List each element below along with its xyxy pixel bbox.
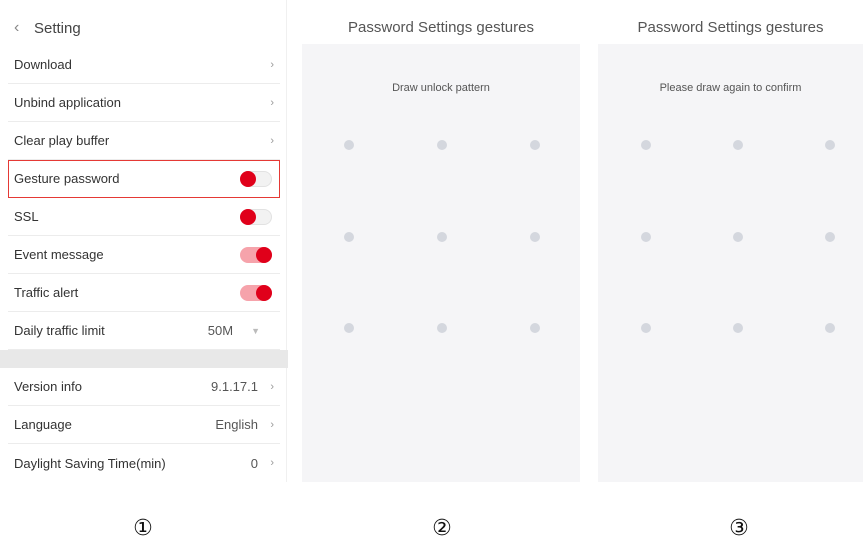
chevron-right-icon: › <box>270 58 274 71</box>
chevron-right-icon: › <box>270 380 274 393</box>
caret-down-icon: ▼ <box>251 325 260 336</box>
chevron-right-icon: › <box>270 457 274 469</box>
ssl-toggle[interactable] <box>240 208 272 225</box>
pattern-dot[interactable] <box>530 323 540 333</box>
gesture-panel-draw: Password Settings gestures Draw unlock p… <box>302 0 580 482</box>
language-value: English <box>215 417 258 432</box>
setting-row-daily-traffic-limit[interactable]: Daily traffic limit 50M ▼ <box>8 312 280 350</box>
setting-row-unbind-application[interactable]: Unbind application › <box>8 84 280 122</box>
setting-label: Traffic alert <box>14 285 79 300</box>
step-marker-3: ③ <box>729 516 749 541</box>
pattern-dot[interactable] <box>733 140 743 150</box>
toggle-knob <box>240 208 256 225</box>
chevron-right-icon: › <box>270 134 274 147</box>
page-title: Setting <box>34 19 81 37</box>
pattern-dot[interactable] <box>344 232 354 242</box>
setting-label: SSL <box>14 209 39 224</box>
section-divider <box>0 350 288 368</box>
gesture-password-toggle[interactable] <box>240 170 272 187</box>
pattern-dot[interactable] <box>344 323 354 333</box>
gesture-pad[interactable]: Draw unlock pattern <box>302 44 580 482</box>
settings-list: Download › Unbind application › Clear pl… <box>0 46 288 482</box>
traffic-alert-toggle[interactable] <box>240 284 272 301</box>
gesture-title: Password Settings gestures <box>348 18 534 36</box>
daylight-saving-value: 0 <box>250 455 258 471</box>
setting-row-version-info[interactable]: Version info 9.1.17.1 › <box>8 368 280 406</box>
pattern-dot[interactable] <box>825 140 835 150</box>
pattern-dot[interactable] <box>733 323 743 333</box>
pattern-dot[interactable] <box>733 232 743 242</box>
pattern-dot[interactable] <box>437 140 447 150</box>
setting-label: Download <box>14 57 72 72</box>
chevron-right-icon: › <box>270 418 274 431</box>
settings-header: ‹ Setting <box>0 10 286 46</box>
pattern-dot[interactable] <box>641 323 651 333</box>
setting-row-download[interactable]: Download › <box>8 46 280 84</box>
setting-label: Gesture password <box>14 171 120 186</box>
setting-label: Event message <box>14 247 104 262</box>
gesture-pad[interactable]: Please draw again to confirm <box>598 44 863 482</box>
setting-row-daylight-saving-time[interactable]: Daylight Saving Time(min) 0 › <box>8 444 280 482</box>
pattern-dot[interactable] <box>530 232 540 242</box>
version-value: 9.1.17.1 <box>211 379 258 394</box>
chevron-right-icon: › <box>270 96 274 109</box>
toggle-knob <box>256 246 272 263</box>
setting-row-language[interactable]: Language English › <box>8 406 280 444</box>
step-marker-1: ① <box>133 516 153 541</box>
gesture-hint: Please draw again to confirm <box>659 82 802 94</box>
setting-label: Language <box>14 417 72 432</box>
back-arrow-icon[interactable]: ‹ <box>0 19 34 37</box>
setting-label: Version info <box>14 379 82 394</box>
step-marker-2: ② <box>432 516 452 541</box>
gesture-hint: Draw unlock pattern <box>392 82 490 94</box>
daily-traffic-limit-value: 50M <box>207 323 234 338</box>
toggle-knob <box>256 284 272 301</box>
setting-label: Unbind application <box>14 95 121 110</box>
setting-row-event-message: Event message <box>8 236 280 274</box>
pattern-dot[interactable] <box>437 232 447 242</box>
setting-row-traffic-alert: Traffic alert <box>8 274 280 312</box>
pattern-dot[interactable] <box>530 140 540 150</box>
pattern-dot[interactable] <box>641 140 651 150</box>
gesture-title: Password Settings gestures <box>637 18 824 36</box>
setting-label: Daily traffic limit <box>14 323 105 338</box>
settings-panel: ‹ Setting Download › Unbind application … <box>0 0 288 482</box>
toggle-knob <box>240 170 256 187</box>
setting-row-clear-play-buffer[interactable]: Clear play buffer › <box>8 122 280 160</box>
gesture-panel-confirm: Password Settings gestures Please draw a… <box>598 0 863 482</box>
pattern-dot[interactable] <box>825 232 835 242</box>
setting-row-gesture-password: Gesture password <box>8 160 280 198</box>
pattern-dot[interactable] <box>437 323 447 333</box>
pattern-dot[interactable] <box>641 232 651 242</box>
setting-label: Clear play buffer <box>14 133 110 148</box>
event-message-toggle[interactable] <box>240 246 272 263</box>
pattern-dot[interactable] <box>825 323 835 333</box>
setting-row-ssl: SSL <box>8 198 280 236</box>
pattern-dot[interactable] <box>344 140 354 150</box>
setting-label: Daylight Saving Time(min) <box>14 455 166 471</box>
